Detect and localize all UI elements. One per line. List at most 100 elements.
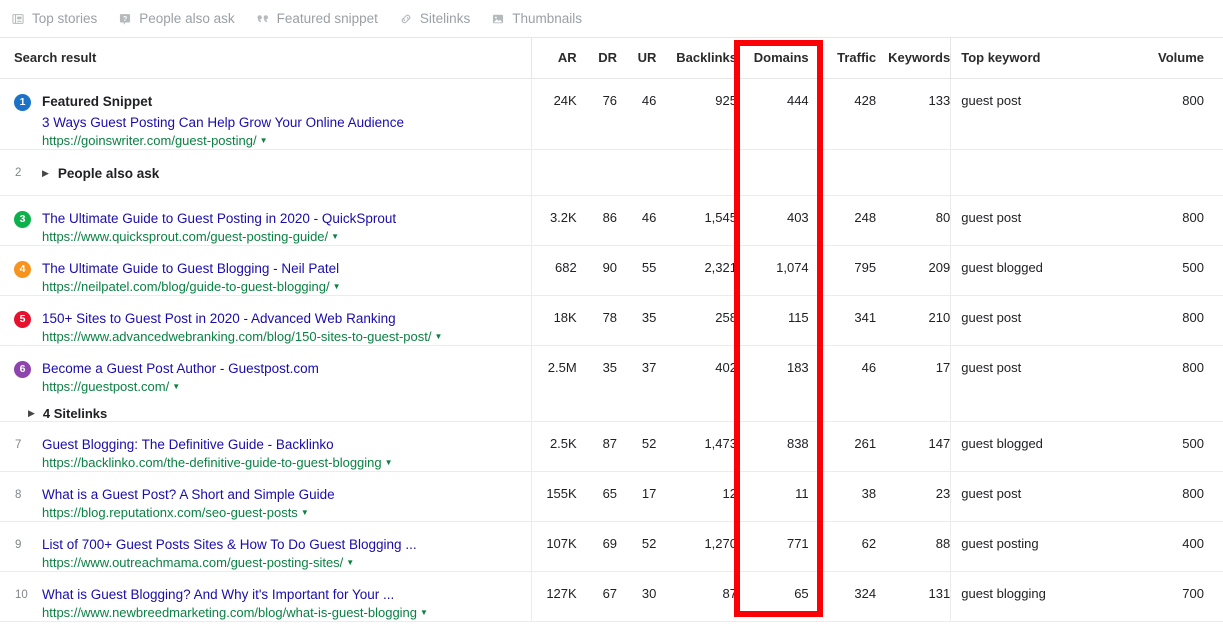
cell-backlinks[interactable]: 12	[656, 471, 737, 522]
rank-container: 10	[14, 586, 42, 604]
cell-backlinks[interactable]: 925	[656, 78, 737, 150]
cell-domains[interactable]: 403	[737, 195, 820, 246]
url-dropdown-caret-icon[interactable]: ▼	[260, 133, 268, 149]
expand-triangle-icon[interactable]: ▶	[28, 409, 35, 418]
serp-feature-chip-thumbnails[interactable]: Thumbnails	[491, 11, 582, 26]
cell-top-keyword[interactable]: guest blogged	[950, 245, 1123, 296]
image-thumbnail-icon	[491, 12, 505, 26]
result-title-link[interactable]: Become a Guest Post Author - Guestpost.c…	[42, 360, 531, 377]
cell-keywords[interactable]: 131	[876, 571, 951, 622]
cell-ur	[617, 149, 657, 196]
cell-top-keyword[interactable]: guest post	[950, 345, 1123, 422]
url-dropdown-caret-icon[interactable]: ▼	[172, 379, 180, 395]
expand-triangle-icon[interactable]: ▶	[42, 168, 49, 178]
result-url[interactable]: https://blog.reputationx.com/seo-guest-p…	[42, 505, 531, 521]
rank-number: 2	[15, 167, 22, 179]
result-url[interactable]: https://neilpatel.com/blog/guide-to-gues…	[42, 279, 531, 295]
cell-domains[interactable]: 65	[737, 571, 820, 622]
rank-container: 3	[14, 210, 42, 228]
serp-feature-chip-people-also-ask[interactable]: ? People also ask	[118, 11, 235, 26]
cell-keywords[interactable]: 17	[876, 345, 951, 422]
cell-volume: 800	[1122, 295, 1223, 346]
cell-backlinks[interactable]: 1,270	[656, 521, 737, 572]
column-header-ur[interactable]: UR	[617, 38, 657, 79]
cell-dr: 69	[576, 521, 618, 572]
cell-top-keyword[interactable]: guest post	[950, 78, 1123, 150]
column-header-dr[interactable]: DR	[576, 38, 618, 79]
table-row: 8 What is a Guest Post? A Short and Simpl…	[0, 471, 1223, 522]
svg-text:?: ?	[123, 14, 127, 22]
cell-backlinks[interactable]: 1,473	[656, 421, 737, 472]
result-title-link[interactable]: The Ultimate Guide to Guest Posting in 2…	[42, 210, 531, 227]
url-dropdown-caret-icon[interactable]: ▼	[346, 555, 354, 571]
cell-keywords[interactable]: 210	[876, 295, 951, 346]
serp-feature-chip-label: Featured snippet	[276, 11, 378, 26]
serp-feature-chip-featured-snippet[interactable]: Featured snippet	[256, 11, 378, 26]
cell-top-keyword[interactable]: guest post	[950, 295, 1123, 346]
cell-keywords[interactable]: 88	[876, 521, 951, 572]
sitelinks-label: 4 Sitelinks	[42, 406, 108, 421]
result-url[interactable]: https://www.advancedwebranking.com/blog/…	[42, 329, 531, 345]
cell-keywords[interactable]: 23	[876, 471, 951, 522]
url-dropdown-caret-icon[interactable]: ▼	[434, 329, 442, 345]
rank-number: 10	[15, 589, 28, 601]
cell-top-keyword[interactable]: guest post	[950, 195, 1123, 246]
result-title-link[interactable]: What is a Guest Post? A Short and Simple…	[42, 486, 531, 503]
column-header-top-keyword[interactable]: Top keyword	[950, 38, 1123, 79]
result-url-text: https://www.quicksprout.com/guest-postin…	[42, 229, 329, 244]
result-url[interactable]: https://backlinko.com/the-definitive-gui…	[42, 455, 531, 471]
cell-keywords[interactable]: 133	[876, 78, 951, 150]
url-dropdown-caret-icon[interactable]: ▼	[301, 505, 309, 521]
cell-top-keyword[interactable]: guest blogged	[950, 421, 1123, 472]
column-header-backlinks[interactable]: Backlinks	[656, 38, 737, 79]
url-dropdown-caret-icon[interactable]: ▼	[385, 455, 393, 471]
serp-feature-chip-sitelinks[interactable]: Sitelinks	[399, 11, 470, 26]
result-url[interactable]: https://www.newbreedmarketing.com/blog/w…	[42, 605, 531, 621]
column-header-keywords[interactable]: Keywords	[876, 38, 951, 79]
cell-keywords[interactable]: 80	[876, 195, 951, 246]
column-header-volume[interactable]: Volume	[1122, 38, 1223, 79]
result-url[interactable]: https://goinswriter.com/guest-posting/▼	[42, 133, 531, 149]
cell-top-keyword[interactable]: guest posting	[950, 521, 1123, 572]
result-url[interactable]: https://www.outreachmama.com/guest-posti…	[42, 555, 531, 571]
column-header-domains[interactable]: Domains	[737, 38, 820, 79]
result-title-link[interactable]: What is Guest Blogging? And Why it's Imp…	[42, 586, 531, 603]
result-title-link[interactable]: Guest Blogging: The Definitive Guide - B…	[42, 436, 531, 453]
people-also-ask-row: 2 ▶ People also ask	[0, 149, 1223, 196]
cell-top-keyword[interactable]: guest blogging	[950, 571, 1123, 622]
cell-top-keyword[interactable]: guest post	[950, 471, 1123, 522]
serp-feature-chip-top-stories[interactable]: Top stories	[11, 11, 97, 26]
cell-backlinks[interactable]: 258	[656, 295, 737, 346]
cell-domains[interactable]: 11	[737, 471, 820, 522]
cell-domains[interactable]: 444	[737, 78, 820, 150]
result-url[interactable]: https://guestpost.com/▼	[42, 379, 531, 395]
cell-backlinks[interactable]: 402	[656, 345, 737, 422]
result-title-link[interactable]: The Ultimate Guide to Guest Blogging - N…	[42, 260, 531, 277]
cell-domains[interactable]: 838	[737, 421, 820, 472]
column-header-search-result[interactable]: Search result	[0, 38, 532, 79]
cell-backlinks[interactable]: 1,545	[656, 195, 737, 246]
cell-traffic: 795	[819, 245, 877, 296]
cell-domains[interactable]: 1,074	[737, 245, 820, 296]
column-header-ar[interactable]: AR	[531, 38, 577, 79]
url-dropdown-caret-icon[interactable]: ▼	[331, 229, 339, 245]
cell-domains[interactable]: 771	[737, 521, 820, 572]
result-title-link[interactable]: List of 700+ Guest Posts Sites & How To …	[42, 536, 531, 553]
result-title-link[interactable]: 3 Ways Guest Posting Can Help Grow Your …	[42, 114, 531, 131]
result-url-text: https://blog.reputationx.com/seo-guest-p…	[42, 505, 298, 520]
serp-feature-chip-label: People also ask	[139, 11, 235, 26]
cell-backlinks[interactable]: 87	[656, 571, 737, 622]
url-dropdown-caret-icon[interactable]: ▼	[420, 605, 428, 621]
result-title-link[interactable]: 150+ Sites to Guest Post in 2020 - Advan…	[42, 310, 531, 327]
sitelinks-toggle[interactable]: ▶ 4 Sitelinks	[14, 406, 531, 421]
cell-domains[interactable]: 115	[737, 295, 820, 346]
cell-keywords[interactable]: 209	[876, 245, 951, 296]
column-header-traffic[interactable]: Traffic	[819, 38, 877, 79]
url-dropdown-caret-icon[interactable]: ▼	[333, 279, 341, 295]
result-url[interactable]: https://www.quicksprout.com/guest-postin…	[42, 229, 531, 245]
cell-domains[interactable]: 183	[737, 345, 820, 422]
cell-backlinks[interactable]: 2,321	[656, 245, 737, 296]
cell-keywords[interactable]: 147	[876, 421, 951, 472]
people-also-ask-toggle[interactable]: 2 ▶ People also ask	[14, 164, 531, 182]
cell-ur: 52	[617, 421, 657, 472]
